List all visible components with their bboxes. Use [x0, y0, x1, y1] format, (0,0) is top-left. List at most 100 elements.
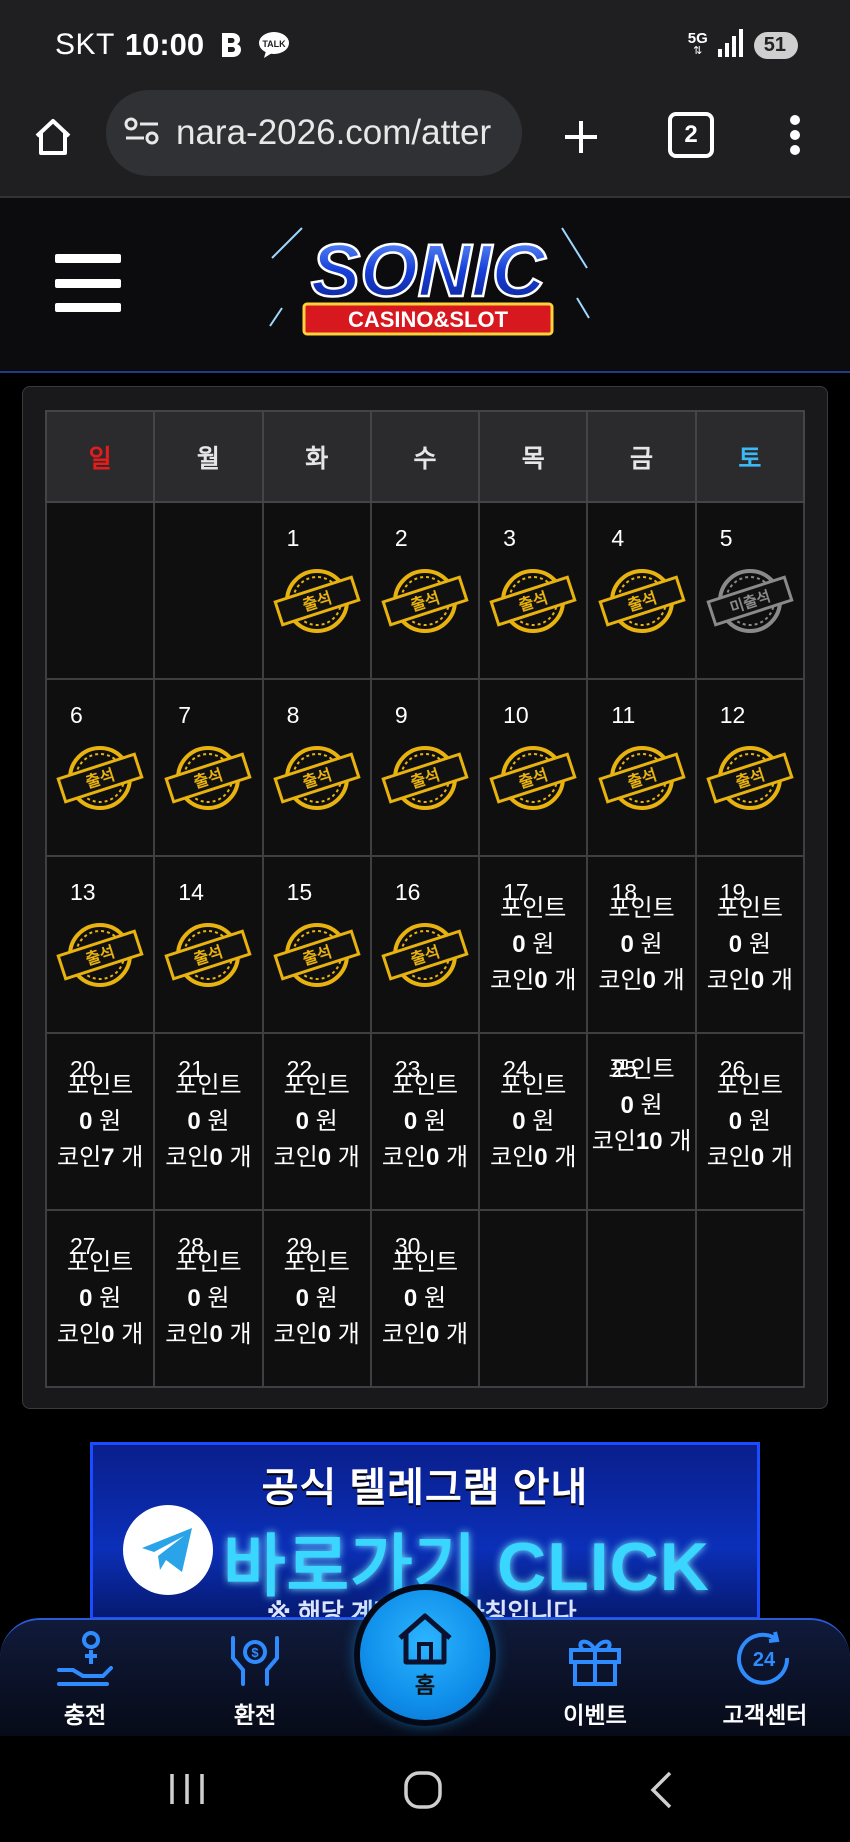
point-label: 포인트 [175, 1072, 242, 1099]
nav-support[interactable]: 24 고객센터 [700, 1630, 830, 1730]
svg-text:SONIC: SONIC [311, 229, 547, 312]
point-value: 0 [620, 1092, 634, 1119]
attended-stamp-icon: 출석 [164, 746, 253, 810]
weekday-header: 목 [478, 410, 589, 503]
home-system-icon[interactable] [403, 1770, 443, 1815]
calendar-day-cell: 22 포인트 0 원 코인0 개 [261, 1032, 372, 1211]
day-number: 4 [611, 525, 625, 551]
calendar-empty-cell [586, 1209, 697, 1388]
point-label: 포인트 [67, 1249, 134, 1276]
point-label: 포인트 [500, 895, 567, 922]
new-tab-icon[interactable] [558, 114, 604, 160]
recent-apps-icon[interactable] [168, 1772, 206, 1811]
nav-support-label: 고객센터 [722, 1702, 808, 1728]
calendar-day-cell: 25 포인트 0 원 코인10 개 [586, 1032, 697, 1211]
nav-deposit[interactable]: 충전 [20, 1630, 150, 1730]
coin-value: 0 [750, 1144, 765, 1171]
reward-summary: 포인트 0 원 코인7 개 [56, 1072, 144, 1171]
coin-value: 0 [426, 1321, 440, 1348]
coin-value: 7 [101, 1144, 115, 1171]
reward-summary: 포인트 0 원 코인0 개 [273, 1072, 360, 1171]
point-value: 0 [187, 1285, 201, 1312]
calendar-day-cell: 13 출석 [44, 855, 156, 1034]
point-value: 0 [403, 1285, 418, 1312]
point-label: 포인트 [283, 1072, 350, 1099]
day-number: 12 [719, 702, 746, 728]
day-number: 15 [286, 879, 313, 905]
point-value: 0 [79, 1108, 93, 1135]
tab-switcher-button[interactable]: 2 [668, 112, 714, 158]
weekday-header: 화 [261, 410, 372, 503]
home-icon [398, 1613, 452, 1665]
coin-value: 0 [317, 1144, 332, 1171]
calendar-day-cell: 30 포인트 0 원 코인0 개 [369, 1209, 481, 1388]
day-number: 16 [394, 879, 421, 905]
browser-home-icon[interactable] [30, 114, 76, 160]
day-number: 8 [286, 702, 300, 728]
tab-count: 2 [684, 121, 698, 148]
nav-withdraw[interactable]: $ 환전 [190, 1630, 320, 1730]
attended-stamp-icon: 출석 [489, 569, 577, 633]
url-text[interactable]: nara-2026.com/atter [176, 113, 506, 153]
calendar-day-cell: 28 포인트 0 원 코인0 개 [153, 1209, 264, 1388]
calendar-day-cell: 8 출석 [261, 678, 372, 857]
reward-summary: 포인트 0 원 코인0 개 [381, 1249, 469, 1348]
reward-summary: 포인트 0 원 코인0 개 [381, 1072, 469, 1171]
calendar-day-cell: 24 포인트 0 원 코인0 개 [478, 1032, 589, 1211]
reward-summary: 포인트 0 원 코인0 개 [56, 1249, 144, 1348]
svg-text:CASINO&SLOT: CASINO&SLOT [348, 307, 509, 332]
calendar-empty-cell [478, 1209, 589, 1388]
reward-summary: 포인트 0 원 코인0 개 [165, 1072, 252, 1171]
kakaotalk-icon: TALK [258, 31, 290, 59]
attended-stamp-icon: 출석 [273, 746, 361, 810]
calendar-day-cell: 29 포인트 0 원 코인0 개 [261, 1209, 372, 1388]
calendar-day-cell: 4 출석 [586, 501, 697, 680]
address-bar[interactable]: nara-2026.com/atter [106, 90, 522, 176]
attended-stamp-icon: 출석 [597, 746, 686, 810]
hamburger-menu-icon[interactable] [55, 254, 121, 312]
site-settings-icon[interactable] [124, 116, 160, 151]
point-value: 0 [728, 1108, 743, 1135]
nav-withdraw-label: 환전 [233, 1702, 277, 1728]
point-value: 0 [295, 1108, 309, 1135]
day-number: 14 [178, 879, 204, 905]
day-number: 9 [394, 702, 408, 728]
attendance-calendar: 일월화수목금토 1 출석 2 출석 3 출석 4 출석 5 미출석 6 출석 7 출석 8 출석 9 출석 10 출석… [44, 410, 806, 1388]
nav-home-button[interactable]: 홈 [360, 1590, 490, 1720]
battery-icon: 51 [753, 31, 798, 59]
point-value: 0 [403, 1108, 418, 1135]
attended-stamp-icon: 출석 [273, 923, 361, 987]
b-app-icon [218, 31, 244, 59]
calendar-empty-cell [694, 1209, 806, 1388]
coin-value: 10 [635, 1128, 663, 1155]
weekday-header: 일 [44, 410, 156, 503]
calendar-day-cell: 11 출석 [586, 678, 697, 857]
site-logo[interactable]: SONIC CASINO&SLOT [262, 218, 594, 338]
nav-event-label: 이벤트 [563, 1702, 627, 1728]
weekday-header: 금 [586, 410, 697, 503]
point-value: 0 [79, 1285, 93, 1312]
calendar-day-cell: 3 출석 [478, 501, 589, 680]
more-menu-icon[interactable] [780, 112, 810, 158]
reward-summary: 포인트 0 원 코인10 개 [591, 1056, 692, 1155]
nav-home-label: 홈 [414, 1673, 436, 1698]
svg-text:24: 24 [753, 1649, 776, 1671]
calendar-week-row: 27 포인트 0 원 코인0 개 28 포인트 0 원 코인0 개 29 포인트 0 원 코인0 개3… [44, 1209, 806, 1388]
calendar-empty-cell [153, 501, 264, 680]
calendar-week-row: 6 출석 7 출석 8 출석 9 출석 10 출석 11 출석 12 출석 [44, 678, 806, 857]
nav-event[interactable]: 이벤트 [530, 1630, 660, 1730]
calendar-day-cell: 5 미출석 [694, 501, 806, 680]
coin-value: 0 [642, 967, 656, 994]
day-number: 10 [503, 702, 529, 728]
back-icon[interactable] [648, 1770, 674, 1815]
clock: 10:00 [124, 27, 205, 62]
weekday-header: 토 [694, 410, 806, 503]
coin-value: 0 [534, 1144, 548, 1171]
point-label: 포인트 [608, 895, 675, 922]
point-value: 0 [187, 1108, 201, 1135]
reward-summary: 포인트 0 원 코인0 개 [706, 1072, 793, 1171]
system-navigation-bar [0, 1736, 850, 1842]
attended-stamp-icon: 출석 [273, 569, 361, 633]
attended-stamp-icon: 출석 [164, 923, 253, 987]
calendar-week-row: 1 출석 2 출석 3 출석 4 출석 5 미출석 [44, 501, 806, 680]
